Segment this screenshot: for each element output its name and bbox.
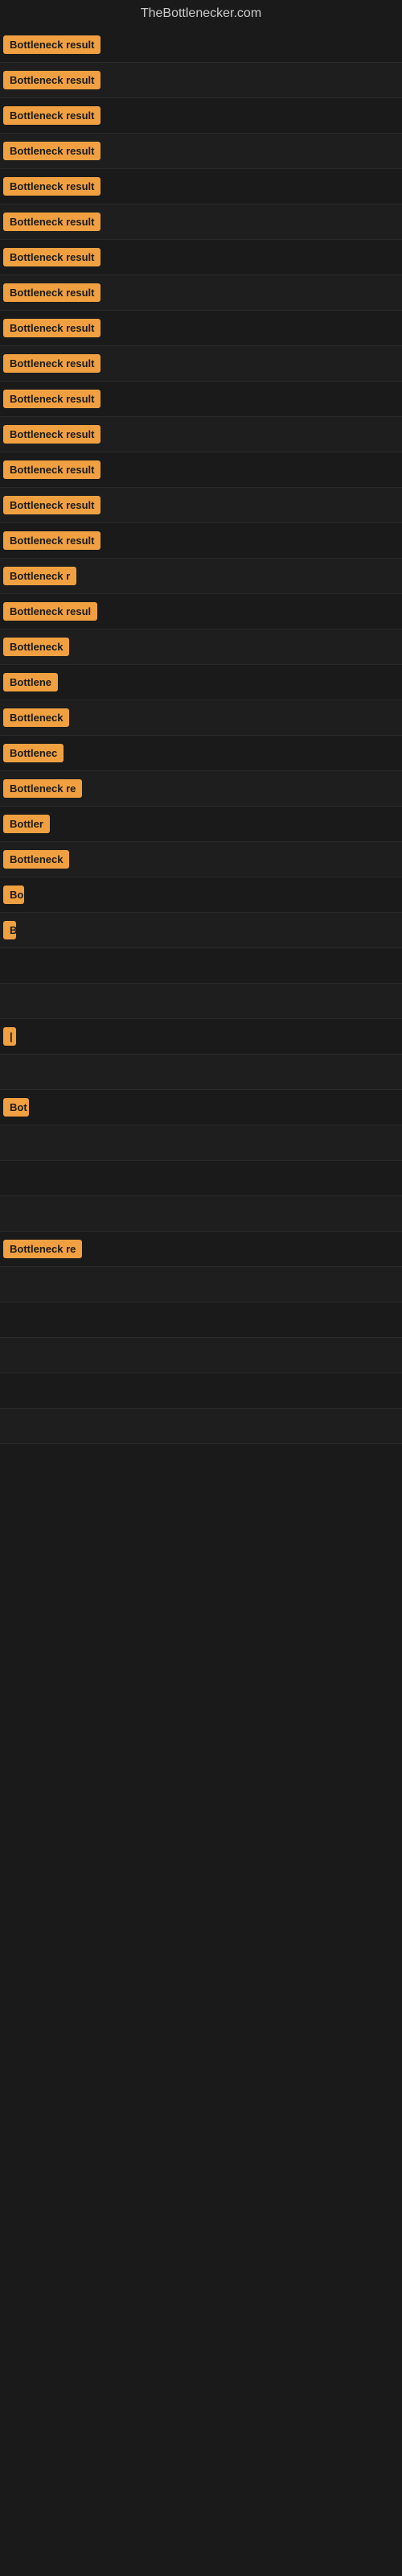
bottleneck-result-badge[interactable]: Bottleneck result [3, 142, 100, 160]
bottleneck-result-badge[interactable]: Bottleneck result [3, 213, 100, 231]
list-item[interactable]: Bottleneck result [0, 346, 402, 382]
list-item[interactable]: Bottleneck [0, 630, 402, 665]
list-item[interactable]: Bottleneck re [0, 771, 402, 807]
bottleneck-result-badge[interactable]: Bottleneck result [3, 319, 100, 337]
list-item[interactable]: Bottleneck result [0, 382, 402, 417]
bottleneck-result-badge[interactable]: Bottleneck result [3, 531, 100, 550]
site-title: TheBottlenecker.com [0, 0, 402, 27]
list-item[interactable]: Bottleneck re [0, 1232, 402, 1267]
bottleneck-result-badge[interactable]: Bottleneck re [3, 779, 82, 798]
list-item[interactable]: Bottleneck [0, 700, 402, 736]
list-item[interactable]: Bottleneck result [0, 488, 402, 523]
bottleneck-result-badge[interactable]: Bottleneck re [3, 1240, 82, 1258]
list-item[interactable] [0, 1055, 402, 1090]
list-item[interactable] [0, 1196, 402, 1232]
list-item[interactable]: Bottler [0, 807, 402, 842]
list-item[interactable]: B [0, 913, 402, 948]
site-title-container: TheBottlenecker.com [0, 0, 402, 27]
list-item[interactable] [0, 1338, 402, 1373]
bottleneck-result-badge[interactable]: Bottleneck result [3, 106, 100, 125]
bottleneck-result-badge[interactable]: Bottleneck r [3, 567, 76, 585]
list-item[interactable] [0, 948, 402, 984]
list-item[interactable]: Bottleneck result [0, 204, 402, 240]
bottleneck-result-badge[interactable]: | [3, 1027, 16, 1046]
list-item[interactable]: Bottlenec [0, 736, 402, 771]
list-item[interactable]: Bottleneck result [0, 275, 402, 311]
bottleneck-result-badge[interactable]: Bottleneck result [3, 71, 100, 89]
bottleneck-result-badge[interactable]: Bottleneck result [3, 425, 100, 444]
list-item[interactable]: Bottleneck result [0, 27, 402, 63]
list-item[interactable]: Bot [0, 1090, 402, 1125]
bottleneck-result-badge[interactable]: Bottleneck result [3, 354, 100, 373]
bottleneck-result-badge[interactable]: Bottleneck result [3, 496, 100, 514]
list-item[interactable]: | [0, 1019, 402, 1055]
list-item[interactable] [0, 984, 402, 1019]
bottleneck-result-badge[interactable]: Bottleneck [3, 638, 69, 656]
bottleneck-result-badge[interactable]: Bottlene [3, 673, 58, 691]
list-item[interactable]: Bottleneck result [0, 169, 402, 204]
bottleneck-result-badge[interactable]: Bo [3, 886, 24, 904]
list-item[interactable] [0, 1161, 402, 1196]
list-item[interactable]: Bottleneck result [0, 523, 402, 559]
bottleneck-result-badge[interactable]: Bottler [3, 815, 50, 833]
list-item[interactable] [0, 1373, 402, 1409]
bottleneck-result-badge[interactable]: Bot [3, 1098, 29, 1117]
list-item[interactable]: Bottleneck result [0, 417, 402, 452]
bottleneck-result-badge[interactable]: Bottleneck result [3, 460, 100, 479]
list-item[interactable]: Bottleneck r [0, 559, 402, 594]
results-list: Bottleneck result Bottleneck result Bottle… [0, 27, 402, 1444]
bottleneck-result-badge[interactable]: Bottlenec [3, 744, 64, 762]
bottleneck-result-badge[interactable]: Bottleneck [3, 850, 69, 869]
bottleneck-result-badge[interactable]: Bottleneck result [3, 248, 100, 266]
list-item[interactable] [0, 1125, 402, 1161]
list-item[interactable]: Bottleneck resul [0, 594, 402, 630]
bottleneck-result-badge[interactable]: Bottleneck result [3, 390, 100, 408]
list-item[interactable] [0, 1409, 402, 1444]
bottleneck-result-badge[interactable]: Bottleneck result [3, 35, 100, 54]
list-item[interactable]: Bo [0, 877, 402, 913]
bottleneck-result-badge[interactable]: Bottleneck [3, 708, 69, 727]
list-item[interactable]: Bottleneck result [0, 63, 402, 98]
list-item[interactable] [0, 1267, 402, 1302]
list-item[interactable] [0, 1302, 402, 1338]
bottleneck-result-badge[interactable]: Bottleneck result [3, 283, 100, 302]
list-item[interactable]: Bottleneck result [0, 240, 402, 275]
list-item[interactable]: Bottleneck [0, 842, 402, 877]
bottleneck-result-badge[interactable]: B [3, 921, 16, 939]
bottleneck-result-badge[interactable]: Bottleneck result [3, 177, 100, 196]
list-item[interactable]: Bottleneck result [0, 134, 402, 169]
list-item[interactable]: Bottleneck result [0, 311, 402, 346]
bottleneck-result-badge[interactable]: Bottleneck resul [3, 602, 97, 621]
list-item[interactable]: Bottleneck result [0, 452, 402, 488]
list-item[interactable]: Bottlene [0, 665, 402, 700]
list-item[interactable]: Bottleneck result [0, 98, 402, 134]
